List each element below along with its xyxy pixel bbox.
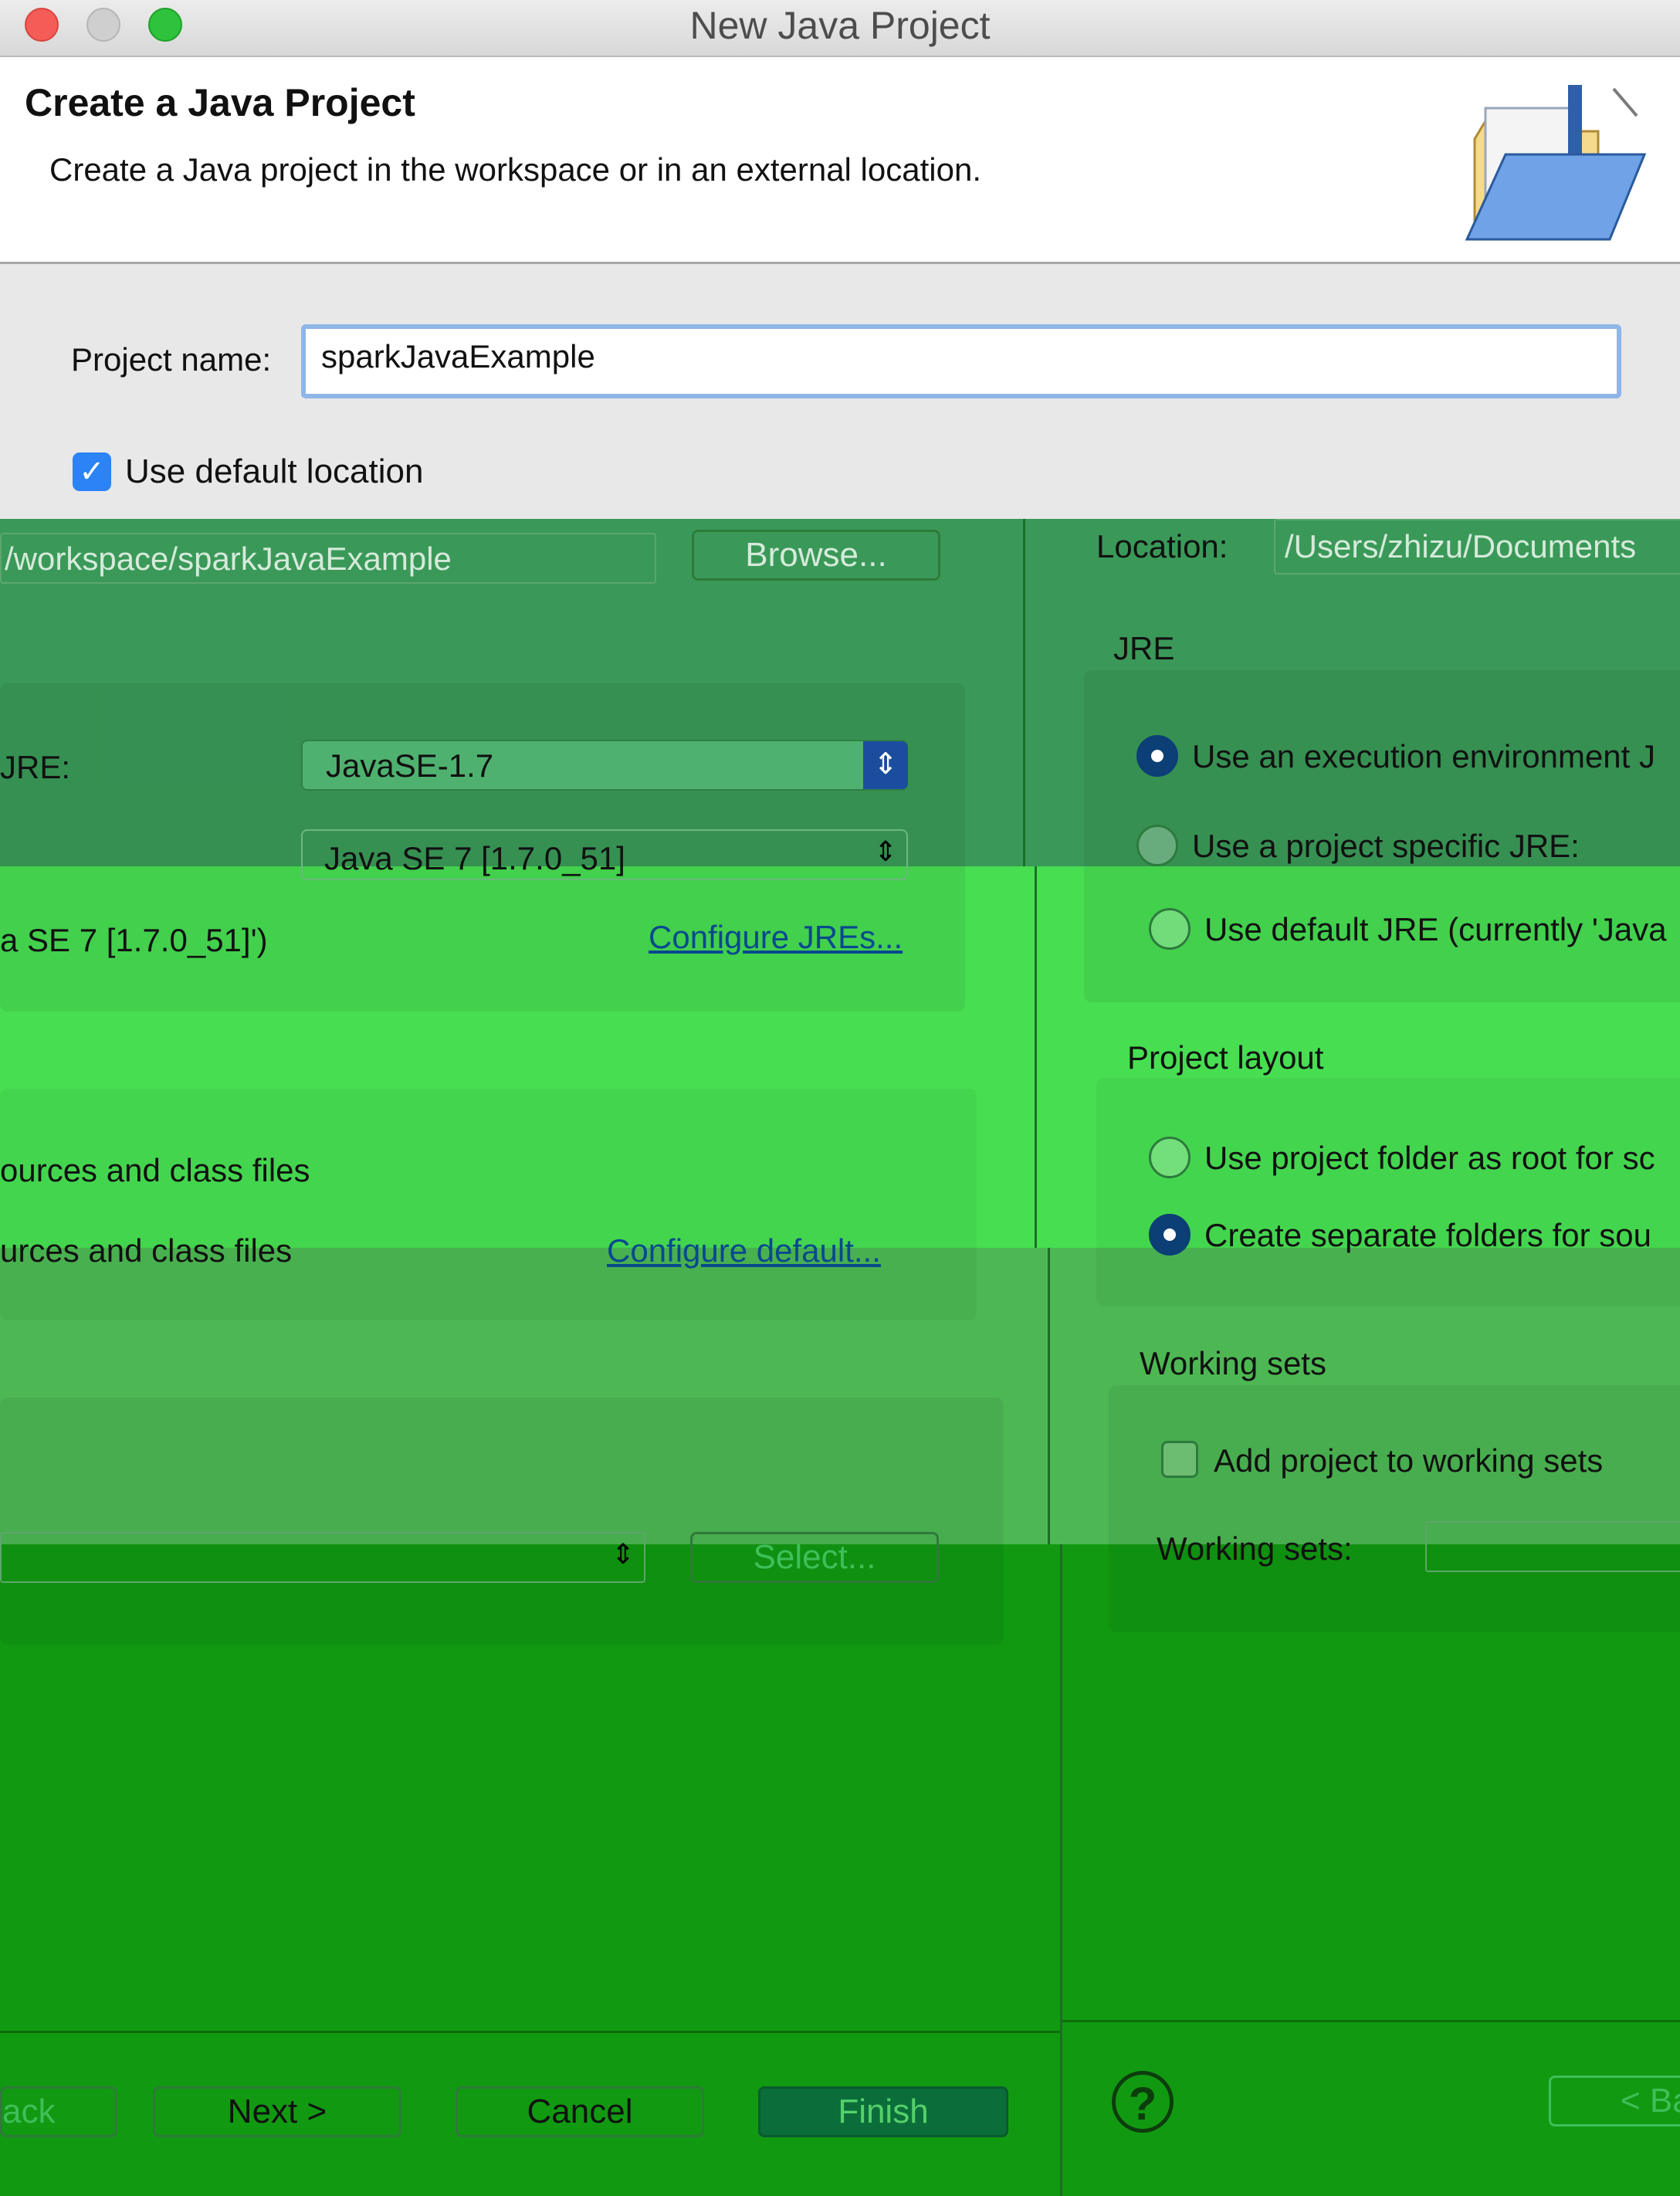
next-button[interactable]: Next > (153, 2086, 401, 2137)
project-name-label: Project name: (71, 341, 272, 378)
jre-label-left: JRE: (0, 749, 71, 785)
default-jre-radio[interactable] (1149, 908, 1191, 950)
wizard-description: Create a Java project in the workspace o… (49, 151, 981, 188)
use-default-location-label: Use default location (125, 452, 424, 490)
configure-jres-link[interactable]: Configure JREs... (649, 919, 903, 956)
layout-option-left-2: urces and class files (0, 1232, 293, 1269)
add-to-working-sets-checkbox[interactable] (1161, 1441, 1198, 1478)
wizard-title: Create a Java Project (25, 81, 415, 124)
jre-specific-value: Java SE 7 [1.7.0_51] (324, 840, 625, 876)
execution-environment-radio[interactable] (1136, 735, 1178, 777)
project-specific-jre-label: Use a project specific JRE: (1192, 828, 1580, 864)
help-icon[interactable]: ? (1112, 2071, 1174, 2133)
jre-environment-combo[interactable]: JavaSE-1.7 ⇕ (301, 740, 908, 791)
jre-section-title: JRE (1113, 630, 1175, 666)
working-sets-section-title: Working sets (1140, 1345, 1326, 1381)
working-sets-group-right (1109, 1385, 1680, 1632)
project-folder-root-label: Use project folder as root for sc (1204, 1140, 1655, 1176)
footer-separator-right (1062, 2020, 1680, 2022)
layout-group-left (0, 1089, 977, 1320)
browse-button[interactable]: Browse... (692, 530, 940, 581)
location-label-right: Location: (1096, 528, 1228, 564)
layout-option-left-1: ources and class files (0, 1152, 310, 1188)
project-name-input[interactable]: sparkJavaExample (301, 324, 1621, 398)
working-sets-combo-left[interactable]: ⇕ (0, 1532, 645, 1583)
separate-folders-radio[interactable] (1149, 1214, 1191, 1256)
working-sets-combo-right[interactable] (1425, 1521, 1680, 1572)
chevron-updown-icon: ⇕ (863, 741, 908, 789)
chevron-updown-icon: ⇕ (874, 835, 898, 867)
jre-specific-combo[interactable]: Java SE 7 [1.7.0_51] ⇕ (301, 829, 908, 880)
jre-environment-value: JavaSE-1.7 (326, 747, 494, 784)
title-bar: New Java Project (0, 0, 1680, 57)
select-button[interactable]: Select... (690, 1532, 939, 1583)
execution-environment-label: Use an execution environment J (1192, 738, 1655, 774)
add-to-working-sets-label: Add project to working sets (1214, 1442, 1604, 1479)
working-sets-label: Working sets: (1157, 1530, 1353, 1567)
finish-button[interactable]: Finish (758, 2086, 1008, 2137)
chevron-updown-icon: ⇕ (611, 1538, 635, 1570)
back-button-right[interactable]: < Ba (1549, 2076, 1680, 2127)
back-button[interactable]: ack (0, 2086, 117, 2137)
default-jre-text: a SE 7 [1.7.0_51]') (0, 922, 268, 958)
split-divider (1048, 1248, 1050, 1544)
footer-separator-left (0, 2031, 1060, 2033)
window-title: New Java Project (689, 4, 991, 47)
split-divider (1060, 1544, 1062, 2196)
project-folder-root-radio[interactable] (1149, 1137, 1191, 1178)
configure-default-link[interactable]: Configure default... (607, 1232, 881, 1269)
location-input-left[interactable]: /workspace/sparkJavaExample (0, 533, 656, 584)
project-name-section: Project name: sparkJavaExample ✓ Use def… (0, 264, 1680, 519)
split-divider (1023, 519, 1025, 866)
wizard-header: Create a Java Project Create a Java proj… (0, 57, 1680, 264)
location-input-right[interactable]: /Users/zhizu/Documents (1274, 519, 1680, 574)
use-default-location-checkbox[interactable]: ✓ (73, 452, 111, 491)
default-jre-label: Use default JRE (currently 'Java (1204, 911, 1667, 947)
separate-folders-label: Create separate folders for sou (1204, 1217, 1651, 1253)
cancel-button[interactable]: Cancel (456, 2086, 704, 2137)
java-project-folder-icon (1465, 85, 1647, 241)
working-sets-group-left (0, 1398, 1004, 1645)
split-divider (1035, 866, 1037, 1248)
project-specific-jre-radio[interactable] (1136, 825, 1178, 866)
layout-group-right (1096, 1078, 1680, 1306)
project-layout-section-title: Project layout (1127, 1039, 1324, 1076)
